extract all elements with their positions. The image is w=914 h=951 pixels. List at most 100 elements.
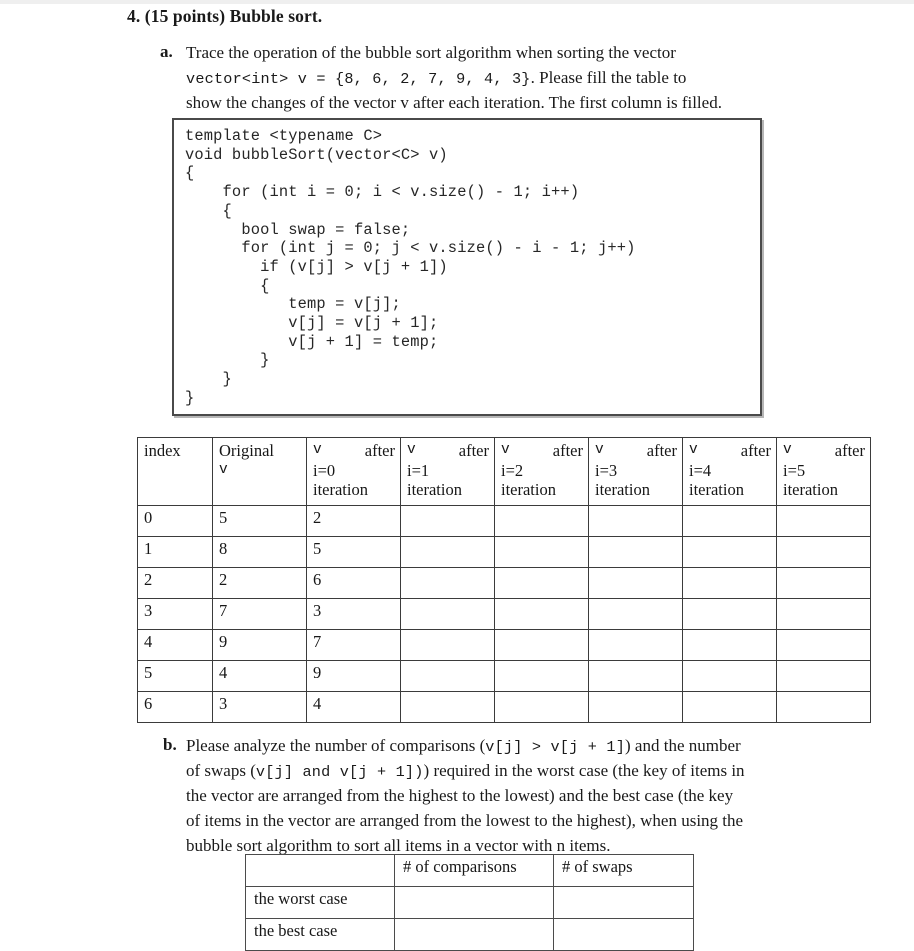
header-after-i2-bottom: iteration — [501, 480, 556, 499]
cell-after-i4[interactable] — [682, 598, 777, 630]
case-header-comparisons: # of comparisons — [394, 854, 554, 887]
cell-after-i0[interactable]: 7 — [306, 629, 401, 661]
part-b-line4: of items in the vector are arranged from… — [186, 811, 744, 830]
cell-after-i2[interactable] — [494, 536, 589, 568]
cell-index: 5 — [137, 660, 213, 692]
cell-comparisons[interactable] — [394, 886, 554, 919]
cell-after-i0[interactable]: 2 — [306, 505, 401, 537]
header-after-i5-bottom: iteration — [783, 480, 838, 499]
cell-after-i3[interactable] — [588, 598, 683, 630]
cell-case-label: the best case — [245, 918, 395, 951]
cell-after-i2[interactable] — [494, 629, 589, 661]
cell-index: 6 — [137, 691, 213, 723]
cell-after-i4[interactable] — [682, 536, 777, 568]
cell-after-i3[interactable] — [588, 567, 683, 599]
header-after-i2-row: v after — [501, 441, 583, 461]
cell-comparisons[interactable] — [394, 918, 554, 951]
table-row: 052 — [137, 505, 871, 537]
header-after-i4-v: v — [689, 442, 698, 458]
cell-after-i1[interactable] — [400, 567, 495, 599]
cell-after-i4[interactable] — [682, 505, 777, 537]
cell-after-i2[interactable] — [494, 691, 589, 723]
cell-after-i3[interactable] — [588, 660, 683, 692]
cell-after-i1[interactable] — [400, 536, 495, 568]
cell-after-i5[interactable] — [776, 536, 871, 568]
case-table-header-row: # of comparisons # of swaps — [245, 854, 694, 887]
cell-original-v: 8 — [212, 536, 307, 568]
cell-after-i3[interactable] — [588, 629, 683, 661]
cell-after-i3[interactable] — [588, 505, 683, 537]
header-after-i4-mid: i=4 — [689, 460, 712, 480]
part-b-label: b. — [163, 735, 177, 754]
table-row: the worst case — [245, 886, 694, 919]
table-row: 226 — [137, 567, 871, 599]
table-row: 549 — [137, 660, 871, 692]
cell-swaps[interactable] — [553, 918, 694, 951]
table-header-row: index Original v v after i=0 iteration v… — [137, 437, 871, 506]
cell-after-i4[interactable] — [682, 660, 777, 692]
page-title: 4. (15 points) Bubble sort. — [127, 6, 323, 26]
cell-after-i5[interactable] — [776, 660, 871, 692]
cell-after-i5[interactable] — [776, 598, 871, 630]
header-after-i5-v: v — [783, 442, 792, 458]
header-after-i1-mid: i=1 — [407, 460, 430, 480]
header-after-i3-row: v after — [595, 441, 677, 461]
header-after-i4: v after i=4 iteration — [682, 437, 777, 506]
cell-after-i1[interactable] — [400, 660, 495, 692]
part-b-line1-post: ) and the number — [625, 736, 741, 755]
comparison-expression-code: v[j] > v[j + 1] — [485, 738, 626, 756]
cell-after-i2[interactable] — [494, 567, 589, 599]
header-after-i3-mid: i=3 — [595, 460, 618, 480]
cell-swaps[interactable] — [553, 886, 694, 919]
part-b-line1: Please analyze the number of comparisons… — [186, 734, 741, 760]
cell-after-i0[interactable]: 3 — [306, 598, 401, 630]
cell-original-v: 9 — [212, 629, 307, 661]
swap-expression-code: v[j] and v[j + 1]) — [255, 763, 424, 781]
cell-after-i5[interactable] — [776, 505, 871, 537]
case-header-blank — [245, 854, 395, 887]
header-original-bottom: v — [219, 461, 228, 478]
cell-index: 0 — [137, 505, 213, 537]
cell-after-i5[interactable] — [776, 567, 871, 599]
header-after-i3-bottom: iteration — [595, 480, 650, 499]
header-after-i1-after: after — [458, 441, 489, 460]
header-after-i4-row: v after — [689, 441, 771, 461]
part-a-line2-tail: . Please fill the table to — [530, 68, 687, 87]
cell-case-label: the worst case — [245, 886, 395, 919]
case-header-swaps: # of swaps — [553, 854, 694, 887]
table-row: 373 — [137, 598, 871, 630]
header-after-i4-after: after — [740, 441, 771, 460]
header-after-i0-mid: i=0 — [313, 460, 336, 480]
header-after-i0-row: v after — [313, 441, 395, 461]
cell-after-i2[interactable] — [494, 505, 589, 537]
part-a-line2: vector<int> v = {8, 6, 2, 7, 9, 4, 3}. P… — [186, 66, 686, 92]
cell-after-i0[interactable]: 9 — [306, 660, 401, 692]
table-row: the best case — [245, 918, 694, 951]
cell-after-i0[interactable]: 4 — [306, 691, 401, 723]
cell-after-i1[interactable] — [400, 505, 495, 537]
vector-declaration-code: vector<int> v = {8, 6, 2, 7, 9, 4, 3} — [186, 70, 531, 88]
cell-after-i3[interactable] — [588, 691, 683, 723]
cell-after-i4[interactable] — [682, 567, 777, 599]
cell-after-i4[interactable] — [682, 629, 777, 661]
header-index: index — [137, 437, 213, 506]
cell-original-v: 3 — [212, 691, 307, 723]
cell-after-i2[interactable] — [494, 598, 589, 630]
cell-after-i5[interactable] — [776, 629, 871, 661]
cell-original-v: 5 — [212, 505, 307, 537]
cell-index: 3 — [137, 598, 213, 630]
cell-after-i0[interactable]: 5 — [306, 536, 401, 568]
cell-after-i2[interactable] — [494, 660, 589, 692]
header-original-v: Original v — [212, 437, 307, 506]
cell-after-i1[interactable] — [400, 598, 495, 630]
cell-after-i1[interactable] — [400, 691, 495, 723]
cell-after-i3[interactable] — [588, 536, 683, 568]
cell-after-i1[interactable] — [400, 629, 495, 661]
cell-original-v: 2 — [212, 567, 307, 599]
cell-after-i0[interactable]: 6 — [306, 567, 401, 599]
header-after-i1-row: v after — [407, 441, 489, 461]
cell-after-i4[interactable] — [682, 691, 777, 723]
cell-after-i5[interactable] — [776, 691, 871, 723]
part-a-line3: show the changes of the vector v after e… — [186, 93, 722, 112]
header-index-label: index — [144, 441, 181, 460]
